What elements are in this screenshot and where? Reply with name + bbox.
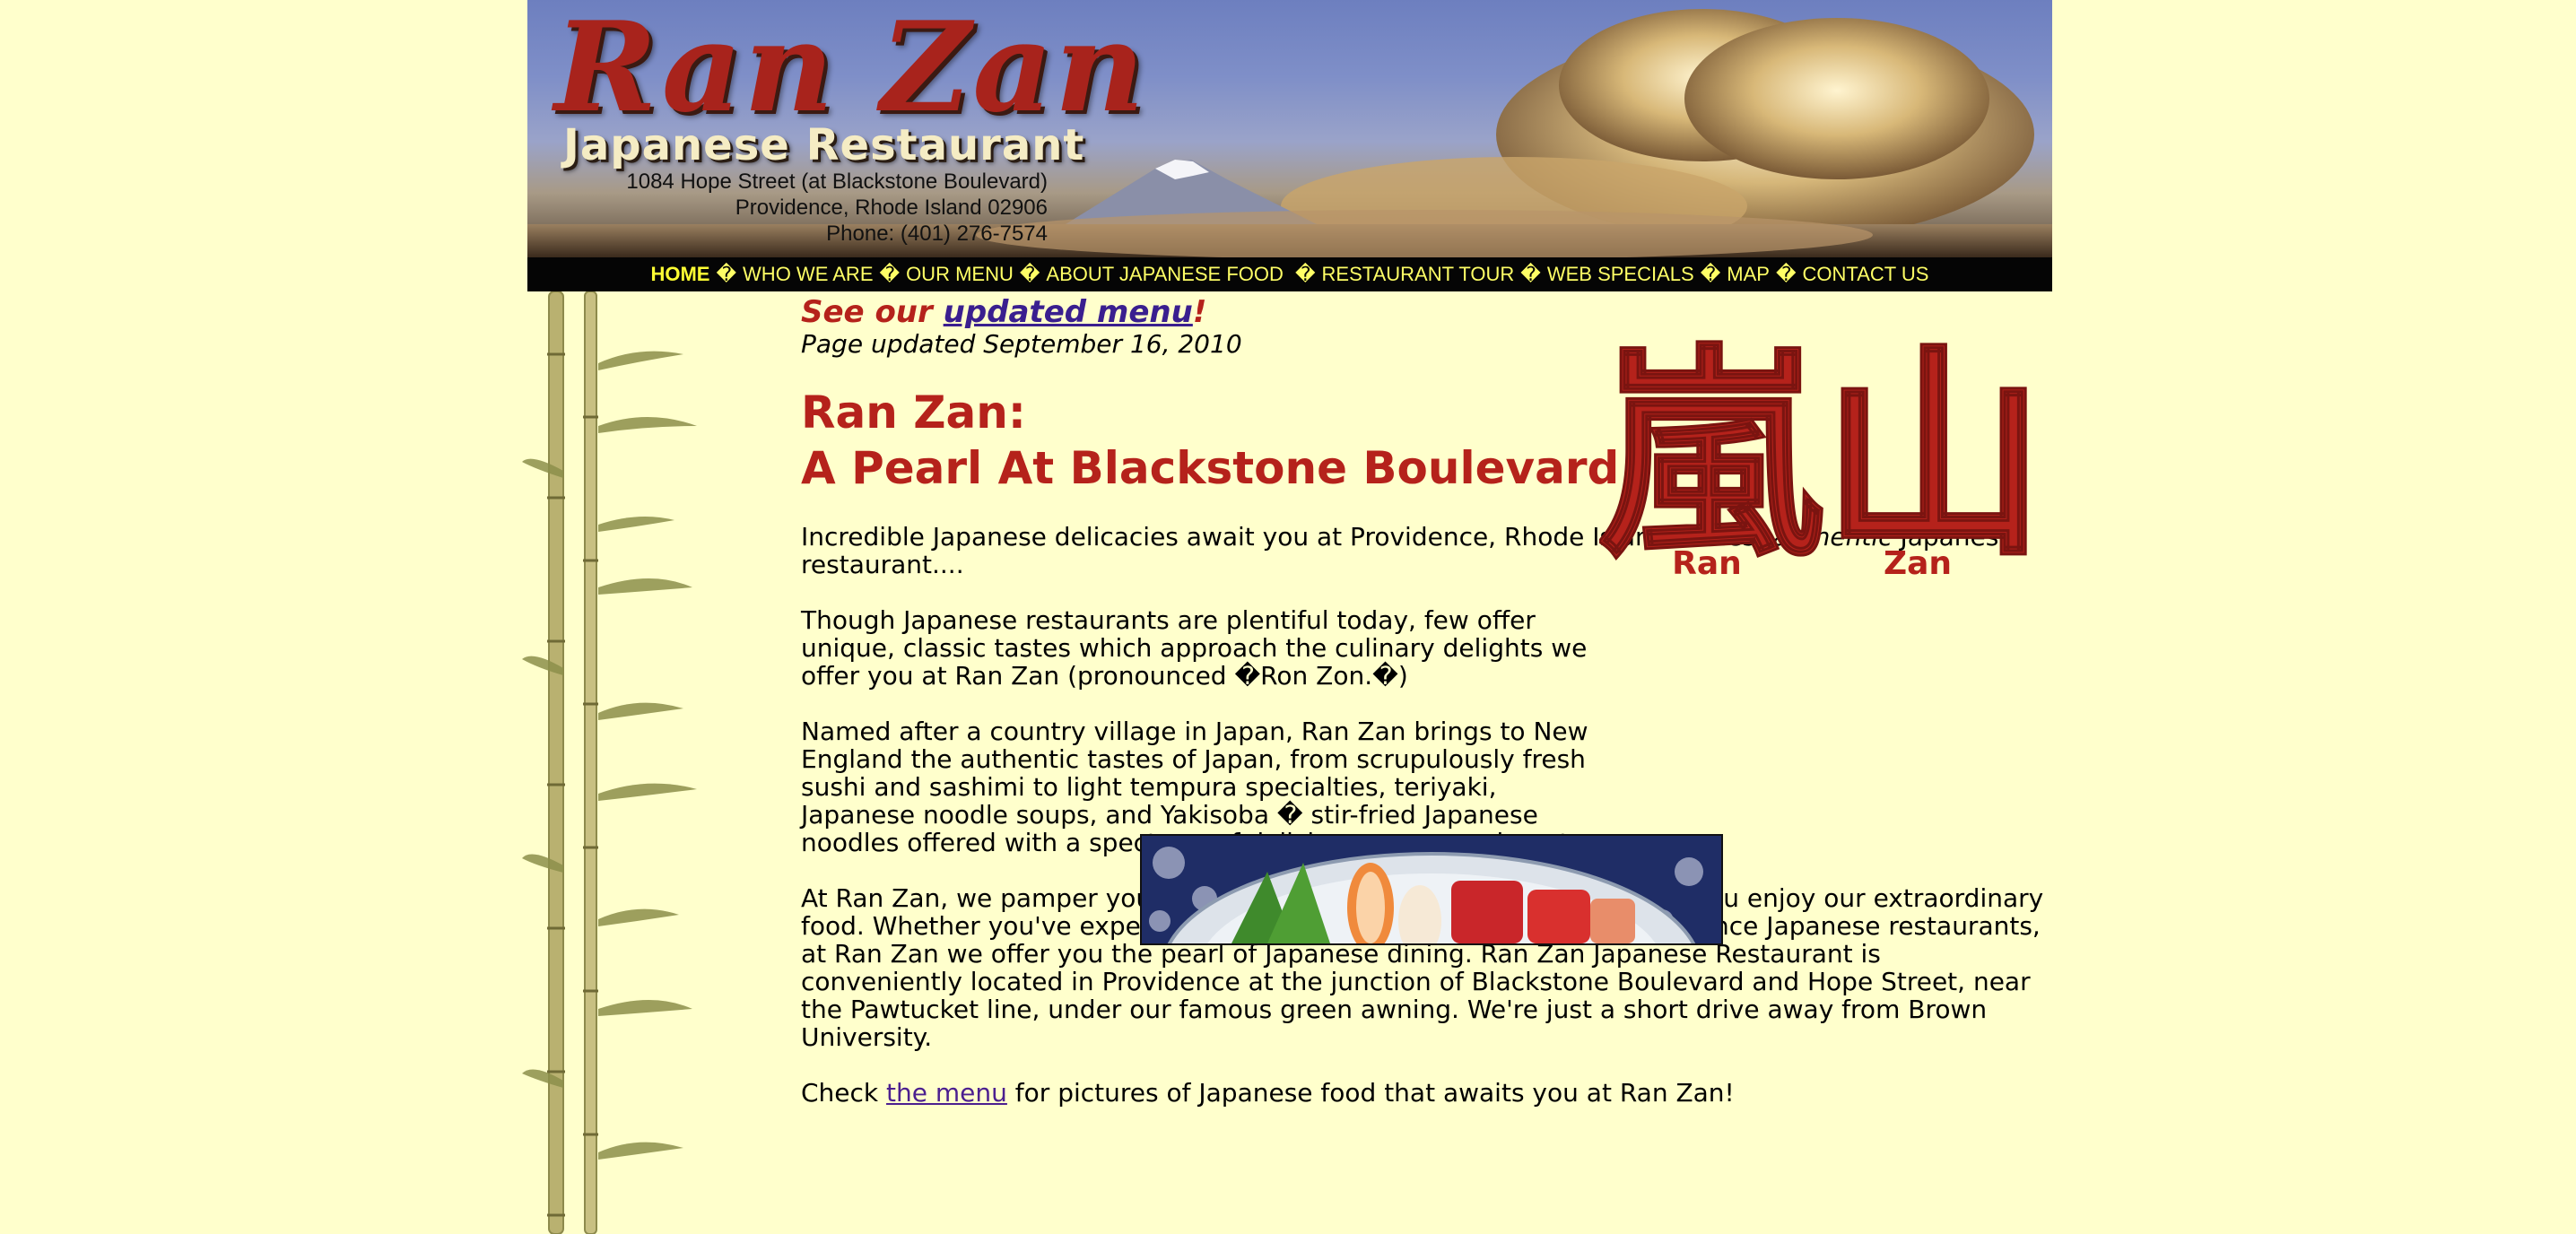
kanji-label-ran: Ran (1672, 545, 1742, 578)
kanji-characters: 嵐山 (1599, 323, 2046, 578)
address-city: Providence, Rhode Island 02906 (735, 196, 1048, 220)
nav-who-we-are[interactable]: WHO WE ARE (743, 263, 873, 286)
the-menu-link[interactable]: the menu (886, 1078, 1007, 1108)
main-nav: HOME � WHO WE ARE � OUR MENU � ABOUT JAP… (527, 257, 2052, 291)
bamboo-decoration (522, 291, 697, 1234)
sushi-platter-image (1142, 836, 1721, 943)
ran-zan-kanji-logo: 嵐山 Ran Zan (1599, 322, 2048, 579)
kanji-label-zan: Zan (1884, 545, 1952, 578)
paragraph-unique-tastes: Though Japanese restaurants are plentifu… (801, 605, 1588, 691)
logo-subtitle: Japanese Restaurant (563, 120, 1085, 170)
nav-about-japanese-food[interactable]: ABOUT JAPANESE FOOD (1046, 263, 1289, 286)
page: Ran Zan Japanese Restaurant 1084 Hope St… (522, 0, 2052, 1234)
header-banner: Ran Zan Japanese Restaurant 1084 Hope St… (527, 0, 2052, 257)
sushi-photo (1140, 834, 1723, 945)
check-menu-text-end: for pictures of Japanese food that await… (1006, 1078, 1735, 1108)
address-street: 1084 Hope Street (at Blackstone Boulevar… (626, 169, 1048, 194)
page-title-line2: A Pearl At Blackstone Boulevard (801, 442, 1620, 494)
notice-suffix: ! (1192, 294, 1207, 330)
nav-separator: � (1520, 263, 1541, 285)
nav-our-menu[interactable]: OUR MENU (906, 263, 1014, 286)
nav-separator: � (1700, 263, 1721, 285)
paragraph-check-menu: Check the menu for pictures of Japanese … (801, 1079, 2048, 1107)
nav-restaurant-tour[interactable]: RESTAURANT TOUR (1322, 263, 1515, 286)
nav-contact-us[interactable]: CONTACT US (1803, 263, 1929, 286)
nav-web-specials[interactable]: WEB SPECIALS (1547, 263, 1694, 286)
notice-prefix: See our (801, 294, 944, 330)
phone-number: Phone: (401) 276-7574 (826, 222, 1048, 246)
nav-separator: � (879, 263, 901, 285)
nav-separator: � (1019, 263, 1040, 285)
nav-home[interactable]: HOME (650, 263, 709, 286)
check-menu-text: Check (801, 1078, 887, 1108)
logo-title: Ran Zan (554, 0, 1147, 140)
page-title-line1: Ran Zan: (801, 387, 1026, 439)
nav-separator: � (1775, 263, 1797, 285)
nav-map[interactable]: MAP (1727, 263, 1770, 286)
updated-menu-link[interactable]: updated menu (944, 294, 1193, 330)
nav-separator: � (716, 263, 737, 285)
nav-separator: � (1294, 263, 1316, 285)
